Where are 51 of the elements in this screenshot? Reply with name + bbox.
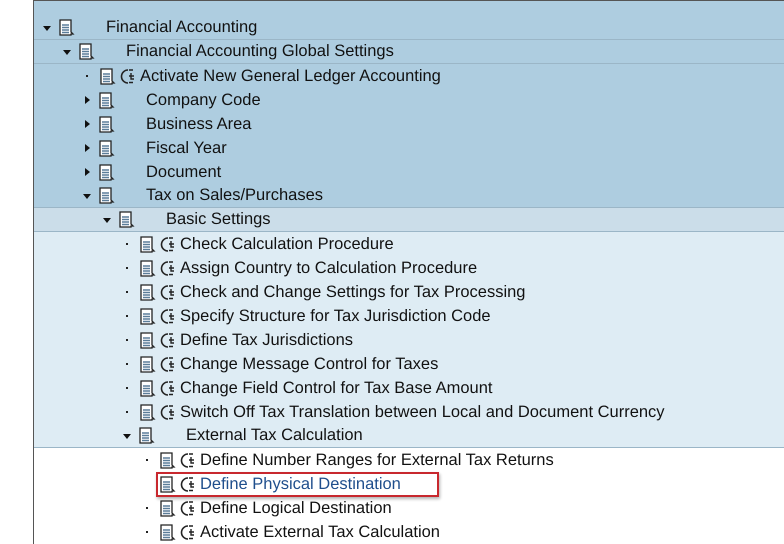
clock-icon xyxy=(120,68,136,84)
document-icon xyxy=(140,284,156,300)
document-icon xyxy=(99,187,115,204)
clock-icon xyxy=(160,284,176,300)
document-icon xyxy=(99,164,115,180)
document-icon xyxy=(140,260,156,276)
clock-icon xyxy=(160,380,176,396)
collapsed-arrow-icon[interactable] xyxy=(82,119,92,129)
document-icon xyxy=(99,116,115,132)
document-icon xyxy=(99,140,115,156)
tree-node-label[interactable]: Basic Settings xyxy=(166,210,271,229)
document-icon xyxy=(140,404,156,420)
tree-node-label[interactable]: Document xyxy=(146,162,222,182)
document-icon xyxy=(160,524,176,540)
tree-node-label[interactable]: Business Area xyxy=(146,114,252,134)
document-icon xyxy=(140,356,156,372)
tree-node-label[interactable]: Company Code xyxy=(146,90,261,110)
clock-icon xyxy=(160,260,176,276)
document-icon xyxy=(140,236,156,252)
document-icon xyxy=(160,476,176,492)
selected-activity[interactable]: Define Physical Destination xyxy=(156,472,439,496)
clock-icon xyxy=(160,236,176,252)
clock-icon xyxy=(160,308,176,324)
collapsed-arrow-icon[interactable] xyxy=(82,167,92,177)
collapsed-arrow-icon[interactable] xyxy=(82,143,92,153)
document-icon xyxy=(140,332,156,348)
clock-icon xyxy=(160,404,176,420)
document-icon xyxy=(99,92,115,108)
clock-icon xyxy=(180,524,196,540)
document-icon xyxy=(139,427,155,444)
collapsed-arrow-icon[interactable] xyxy=(82,95,92,105)
tree-node-label[interactable]: Fiscal Year xyxy=(146,138,227,158)
clock-icon xyxy=(160,332,176,348)
clock-icon xyxy=(160,356,176,372)
document-icon xyxy=(79,43,95,60)
document-icon xyxy=(140,380,156,396)
activity-item[interactable]: Activate External Tax Calculation xyxy=(156,520,478,544)
document-icon xyxy=(160,500,176,516)
tree-node-label[interactable]: Financial Accounting xyxy=(106,18,258,37)
activity-item[interactable]: Define Number Ranges for External Tax Returns xyxy=(156,448,592,472)
tree-node-label[interactable]: Tax on Sales/Purchases xyxy=(146,186,324,205)
activity-item[interactable]: Define Logical Destination xyxy=(156,496,430,520)
document-icon xyxy=(160,452,176,468)
clock-icon xyxy=(180,500,196,516)
tree-node-label[interactable]: External Tax Calculation xyxy=(186,426,363,445)
document-icon xyxy=(119,211,135,228)
clock-icon xyxy=(180,476,196,492)
document-icon xyxy=(59,19,75,36)
document-icon xyxy=(140,308,156,324)
document-icon xyxy=(100,68,116,84)
clock-icon xyxy=(180,452,196,468)
